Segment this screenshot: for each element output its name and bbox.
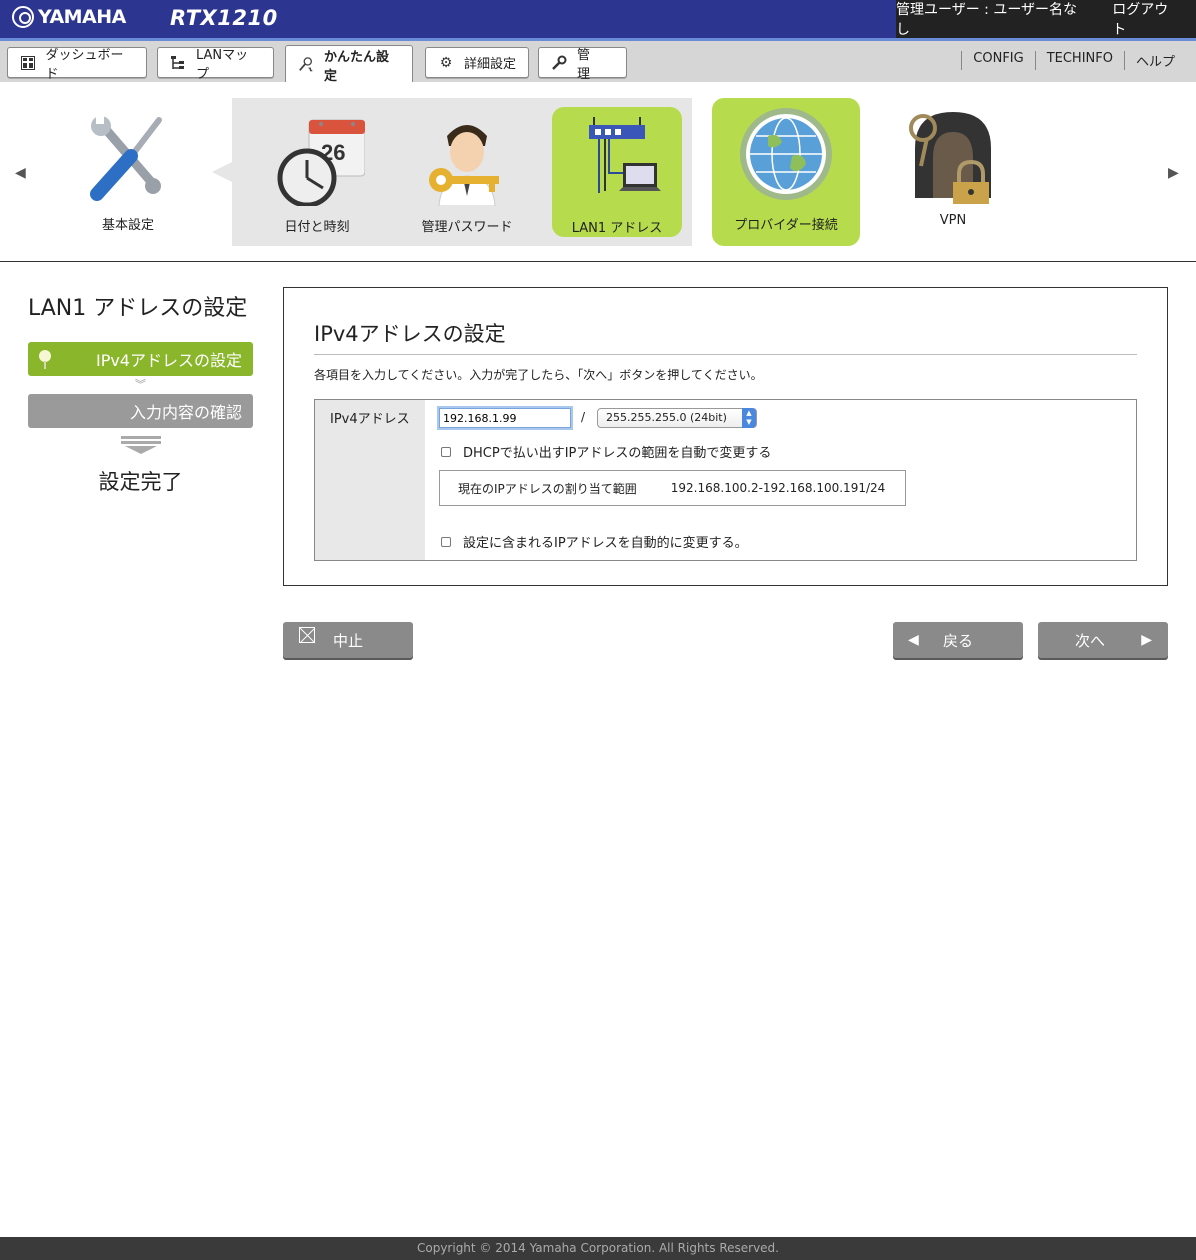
yamaha-logo: YAMAHA	[12, 6, 126, 28]
copyright-text: Copyright © 2014 Yamaha Corporation. All…	[416, 1241, 779, 1255]
dhcp-range-label: DHCPで払い出すIPアドレスの範囲を自動で変更する	[463, 446, 772, 461]
tab-management-label: 管 理	[577, 47, 604, 82]
carousel-item-provider-connection[interactable]: プロバイダー接続	[712, 98, 860, 246]
carousel-item-label: LAN1 アドレス	[571, 221, 663, 236]
step-complete-label: 設定完了	[98, 470, 183, 494]
tab-easy-setup[interactable]: かんたん設定	[285, 45, 413, 84]
arrow-down-icon	[120, 436, 161, 458]
config-link[interactable]: CONFIG	[961, 51, 1034, 70]
dashboard-icon	[20, 55, 36, 71]
carousel-item-basic-settings[interactable]: 基本設定	[68, 110, 188, 234]
next-arrow-icon: ▶	[1141, 632, 1152, 648]
auto-change-option: 設定に含まれるIPアドレスを自動的に変更する。	[441, 532, 748, 551]
step-label: IPv4アドレスの設定	[95, 351, 242, 370]
instruction-text: 各項目を入力してください。入力が完了したら、「次へ」ボタンを押してください。	[314, 368, 763, 382]
step-label: 入力内容の確認	[129, 403, 242, 422]
wizard-title: LAN1 アドレスの設定	[28, 296, 248, 321]
utility-links: CONFIG TECHINFO ヘルプ	[961, 51, 1186, 70]
carousel-item-label: VPN	[939, 213, 967, 228]
tab-dashboard[interactable]: ダッシュボード	[7, 47, 147, 82]
back-button[interactable]: ◀ 戻る	[893, 622, 1023, 658]
techinfo-link[interactable]: TECHINFO	[1034, 51, 1124, 70]
range-label: 現在のIPアドレスの割り当て範囲	[458, 481, 637, 496]
footer: Copyright © 2014 Yamaha Corporation. All…	[0, 1237, 1196, 1260]
back-label: 戻る	[942, 631, 973, 650]
carousel-item-label: 基本設定	[101, 218, 154, 233]
carousel-item-admin-password[interactable]: 管理パスワード	[412, 116, 522, 236]
tab-lan-map[interactable]: LANマップ	[157, 47, 274, 82]
wizard-steps: LAN1 アドレスの設定 IPv4アドレスの設定 ︾ 入力内容の確認 設定完了	[28, 290, 253, 496]
logout-link[interactable]: ログアウト	[1112, 0, 1182, 39]
admin-key-icon	[429, 125, 499, 207]
carousel-item-label: 日付と時刻	[284, 220, 350, 235]
clock-calendar-icon: 26	[277, 119, 366, 208]
carousel-item-label: 管理パスワード	[421, 220, 513, 235]
cancel-button[interactable]: 中止	[283, 622, 413, 658]
carousel-item-lan1-address[interactable]: LAN1 アドレス	[552, 107, 682, 237]
ipv4-address-input[interactable]	[439, 408, 571, 428]
step-confirm: 入力内容の確認	[28, 394, 253, 428]
carousel-item-label: プロバイダー接続	[734, 218, 838, 233]
next-button[interactable]: 次へ ▶	[1038, 622, 1168, 658]
tab-dashboard-label: ダッシュボード	[45, 47, 124, 82]
lan-map-icon	[170, 55, 186, 71]
wrench-icon	[551, 55, 567, 71]
setup-carousel: ◀ ▶ 基本設定 26 日付と時刻 管理パスワード LAN1 アドレス プロバイ…	[0, 82, 1196, 262]
carousel-item-date-time[interactable]: 26 日付と時刻	[262, 116, 372, 236]
tools-icon	[90, 114, 162, 201]
select-arrows-icon: ▲ ▼	[742, 408, 756, 428]
current-step-pin-icon	[39, 350, 51, 369]
user-area: 管理ユーザー : ユーザー名なし ログアウト	[896, 0, 1196, 38]
submenu-notch	[212, 162, 232, 182]
tab-easy-setup-label: かんたん設定	[324, 49, 390, 84]
user-label: 管理ユーザー : ユーザー名なし	[896, 2, 1078, 38]
field-cell: / 255.255.255.0 (24bit) ▲▼ DHCPで払い出すIPアド…	[425, 400, 1136, 560]
heading-divider	[314, 354, 1137, 355]
carousel-prev-arrow[interactable]: ◀	[15, 165, 26, 181]
model-name: RTX1210	[170, 6, 278, 30]
help-link[interactable]: ヘルプ	[1123, 51, 1186, 70]
dhcp-range-option: DHCPで払い出すIPアドレスの範囲を自動で変更する	[441, 442, 771, 461]
auto-change-label: 設定に含まれるIPアドレスを自動的に変更する。	[463, 536, 748, 551]
globe-icon	[740, 108, 832, 200]
subnet-mask-value: 255.255.255.0 (24bit)	[606, 411, 727, 424]
current-range-box: 現在のIPアドレスの割り当て範囲 192.168.100.2-192.168.1…	[439, 470, 906, 506]
vpn-lock-icon	[909, 112, 991, 204]
slash-separator: /	[581, 410, 586, 424]
app-header: YAMAHA RTX1210 管理ユーザー : ユーザー名なし ログアウト	[0, 0, 1196, 41]
panel-heading: IPv4アドレスの設定	[314, 322, 506, 346]
brand-name: YAMAHA	[38, 6, 126, 28]
chevron-down-icon: ︾	[135, 378, 146, 391]
tab-lan-map-label: LANマップ	[196, 47, 249, 82]
carousel-next-arrow[interactable]: ▶	[1168, 165, 1179, 181]
next-label: 次へ	[1074, 631, 1105, 650]
router-pc-icon	[589, 117, 661, 193]
step-ipv4-settings: IPv4アドレスの設定	[28, 342, 253, 376]
settings-panel: IPv4アドレスの設定 各項目を入力してください。入力が完了したら、「次へ」ボタ…	[283, 287, 1168, 586]
tab-management[interactable]: 管 理	[538, 47, 627, 82]
dhcp-range-checkbox[interactable]	[441, 446, 451, 457]
main-nav: ダッシュボード LANマップ かんたん設定 ⚙ 詳細設定 管 理 CONFIG …	[0, 41, 1196, 84]
field-label-ipv4: IPv4アドレス	[315, 400, 425, 560]
carousel-item-vpn[interactable]: VPN	[898, 108, 1008, 232]
yamaha-emblem-icon	[12, 6, 34, 28]
tab-advanced-settings-label: 詳細設定	[464, 57, 517, 72]
gear-icon: ⚙	[439, 54, 453, 71]
ipv4-form-table: IPv4アドレス / 255.255.255.0 (24bit) ▲▼ DHCP…	[314, 399, 1137, 561]
easy-setup-icon	[298, 56, 314, 73]
auto-change-checkbox[interactable]	[441, 536, 451, 547]
cancel-label: 中止	[332, 631, 363, 650]
subnet-mask-select[interactable]: 255.255.255.0 (24bit) ▲ ▼	[597, 408, 757, 428]
tab-advanced-settings[interactable]: ⚙ 詳細設定	[425, 47, 529, 78]
range-value: 192.168.100.2-192.168.100.191/24	[670, 481, 886, 495]
